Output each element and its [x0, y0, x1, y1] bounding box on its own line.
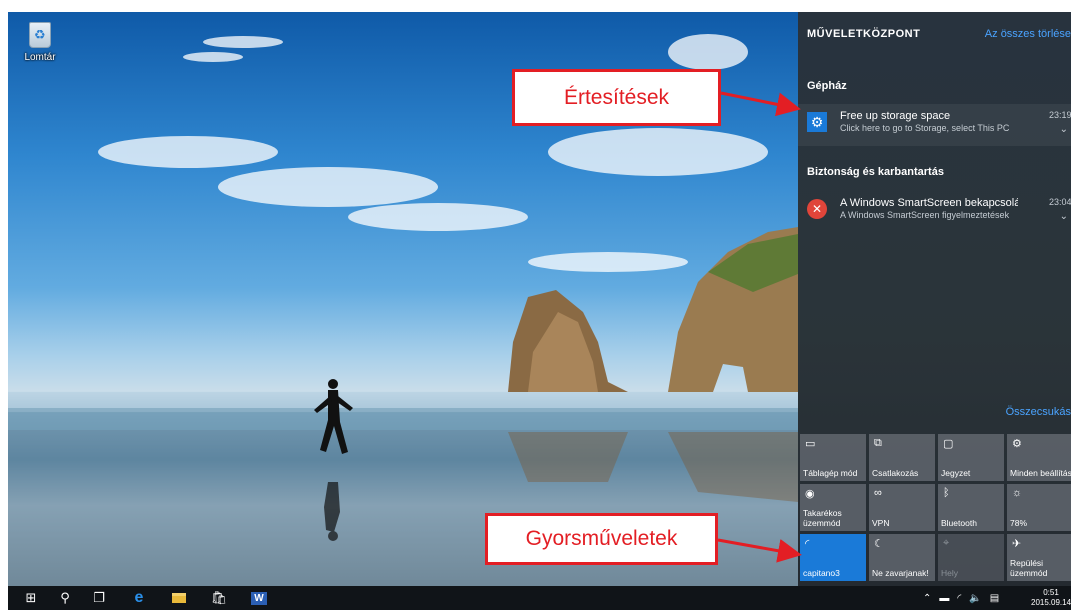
- action-center-icon[interactable]: ▤: [990, 593, 999, 604]
- notification-time: 23:04: [1049, 197, 1071, 207]
- quick-action-label: Repülési üzemmód: [1010, 558, 1048, 578]
- bluetooth-icon: ᛒ: [943, 487, 950, 499]
- note-icon: ▢: [943, 438, 954, 450]
- quick-action-connect[interactable]: ⧉ Csatlakozás: [869, 434, 935, 481]
- wifi-icon: ◜: [805, 538, 810, 550]
- battery-saver-icon: ◉: [805, 488, 815, 500]
- notification-group-title: Biztonság és karbantartás: [807, 166, 944, 178]
- search-button[interactable]: ⚲: [50, 586, 80, 610]
- clear-all-link[interactable]: Az összes törlése: [985, 28, 1071, 40]
- action-center-title: MŰVELETKÖZPONT: [807, 28, 921, 40]
- task-view-button[interactable]: ❐: [84, 586, 114, 610]
- quick-action-label: Takarékos üzemmód: [803, 508, 842, 528]
- quick-actions-callout: Gyorsműveletek: [485, 513, 718, 565]
- vpn-icon: ∞: [874, 487, 882, 499]
- taskbar: ⊞ ⚲ ❐ e 🛍 W ⌃ ▬ ◜ 🔈 ▤ 0:51 2015.09.14.: [8, 586, 1071, 610]
- chevron-down-icon[interactable]: ⌄: [1060, 211, 1068, 222]
- taskbar-clock[interactable]: 0:51 2015.09.14.: [1031, 588, 1071, 608]
- quick-action-tablet-mode[interactable]: ▭ Táblagép mód: [800, 434, 866, 481]
- recycle-bin-label: Lomtár: [24, 52, 56, 63]
- quick-action-location[interactable]: ⌖ Hely: [938, 534, 1004, 581]
- quick-action-all-settings[interactable]: ⚙ Minden beállítás: [1007, 434, 1071, 481]
- quick-action-vpn[interactable]: ∞ VPN: [869, 484, 935, 531]
- word-icon: W: [251, 591, 267, 605]
- quick-action-label: Minden beállítás: [1010, 468, 1071, 478]
- gear-icon: ⚙: [807, 112, 827, 132]
- quick-action-label: 78%: [1010, 518, 1028, 528]
- edge-icon: e: [134, 589, 144, 606]
- word-taskbar-button[interactable]: W: [244, 586, 274, 610]
- settings-icon: ⚙: [1012, 438, 1022, 450]
- notification-body: Click here to go to Storage, select This…: [840, 123, 1010, 133]
- recycle-bin-icon: [29, 22, 51, 48]
- store-icon: 🛍: [210, 590, 228, 605]
- action-center-panel: MŰVELETKÖZPONT Az összes törlése Gépház …: [798, 12, 1071, 586]
- quick-action-label: Jegyzet: [941, 468, 971, 478]
- quiet-hours-icon: ☾: [874, 538, 884, 550]
- notification-body: A Windows SmartScreen figyelmeztetések: [840, 210, 1010, 220]
- clock-time: 0:51: [1043, 588, 1059, 597]
- tablet-mode-icon: ▭: [805, 438, 816, 450]
- wifi-tray-icon[interactable]: ◜: [957, 593, 961, 604]
- system-tray: ⌃ ▬ ◜ 🔈 ▤: [923, 586, 999, 610]
- quick-action-label: Ne zavarjanak!: [872, 568, 929, 578]
- notifications-callout: Értesítések: [512, 69, 721, 126]
- notification-title: A Windows SmartScreen bekapcsolása: [840, 197, 1018, 209]
- quick-action-label: Hely: [941, 568, 959, 578]
- brightness-icon: ☼: [1012, 487, 1023, 499]
- notification-time: 23:19: [1049, 110, 1071, 120]
- start-button[interactable]: ⊞: [16, 586, 46, 610]
- task-view-icon: ❐: [93, 590, 105, 605]
- folder-icon: [172, 593, 186, 603]
- notification-item[interactable]: ⚙ Free up storage space Click here to go…: [798, 104, 1071, 146]
- show-hidden-icons-icon[interactable]: ⌃: [923, 593, 931, 604]
- quick-action-label: VPN: [872, 518, 890, 528]
- quick-action-airplane-mode[interactable]: ✈ Repülési üzemmód: [1007, 534, 1071, 581]
- quick-action-label: capitano3: [803, 568, 840, 578]
- notification-item[interactable]: ✕ A Windows SmartScreen bekapcsolása A W…: [798, 191, 1071, 233]
- quick-action-note[interactable]: ▢ Jegyzet: [938, 434, 1004, 481]
- error-icon: ✕: [807, 199, 827, 219]
- quick-action-quiet-hours[interactable]: ☾ Ne zavarjanak!: [869, 534, 935, 581]
- store-taskbar-button[interactable]: 🛍: [204, 586, 234, 610]
- connect-icon: ⧉: [874, 437, 882, 449]
- airplane-icon: ✈: [1012, 538, 1022, 550]
- location-icon: ⌖: [943, 537, 950, 549]
- notification-title: Free up storage space: [840, 110, 951, 122]
- quick-action-brightness[interactable]: ☼ 78%: [1007, 484, 1071, 531]
- search-icon: ⚲: [60, 590, 70, 605]
- recycle-bin[interactable]: Lomtár: [20, 22, 60, 63]
- clock-date: 2015.09.14.: [1031, 598, 1071, 607]
- notification-group-title: Gépház: [807, 80, 847, 92]
- windows-logo-icon: ⊞: [25, 590, 37, 605]
- quick-action-battery-saver[interactable]: ◉ Takarékos üzemmód: [800, 484, 866, 531]
- file-explorer-taskbar-button[interactable]: [164, 586, 194, 610]
- quick-action-wifi[interactable]: ◜ capitano3: [800, 534, 866, 581]
- quick-action-label: Csatlakozás: [872, 468, 919, 478]
- quick-action-label: Bluetooth: [941, 518, 977, 528]
- battery-icon[interactable]: ▬: [939, 593, 949, 604]
- volume-icon[interactable]: 🔈: [969, 593, 981, 604]
- collapse-link[interactable]: Összecsukás: [1006, 406, 1071, 418]
- chevron-down-icon[interactable]: ⌄: [1060, 124, 1068, 135]
- edge-taskbar-button[interactable]: e: [124, 586, 154, 610]
- quick-action-bluetooth[interactable]: ᛒ Bluetooth: [938, 484, 1004, 531]
- quick-action-label: Táblagép mód: [803, 468, 858, 478]
